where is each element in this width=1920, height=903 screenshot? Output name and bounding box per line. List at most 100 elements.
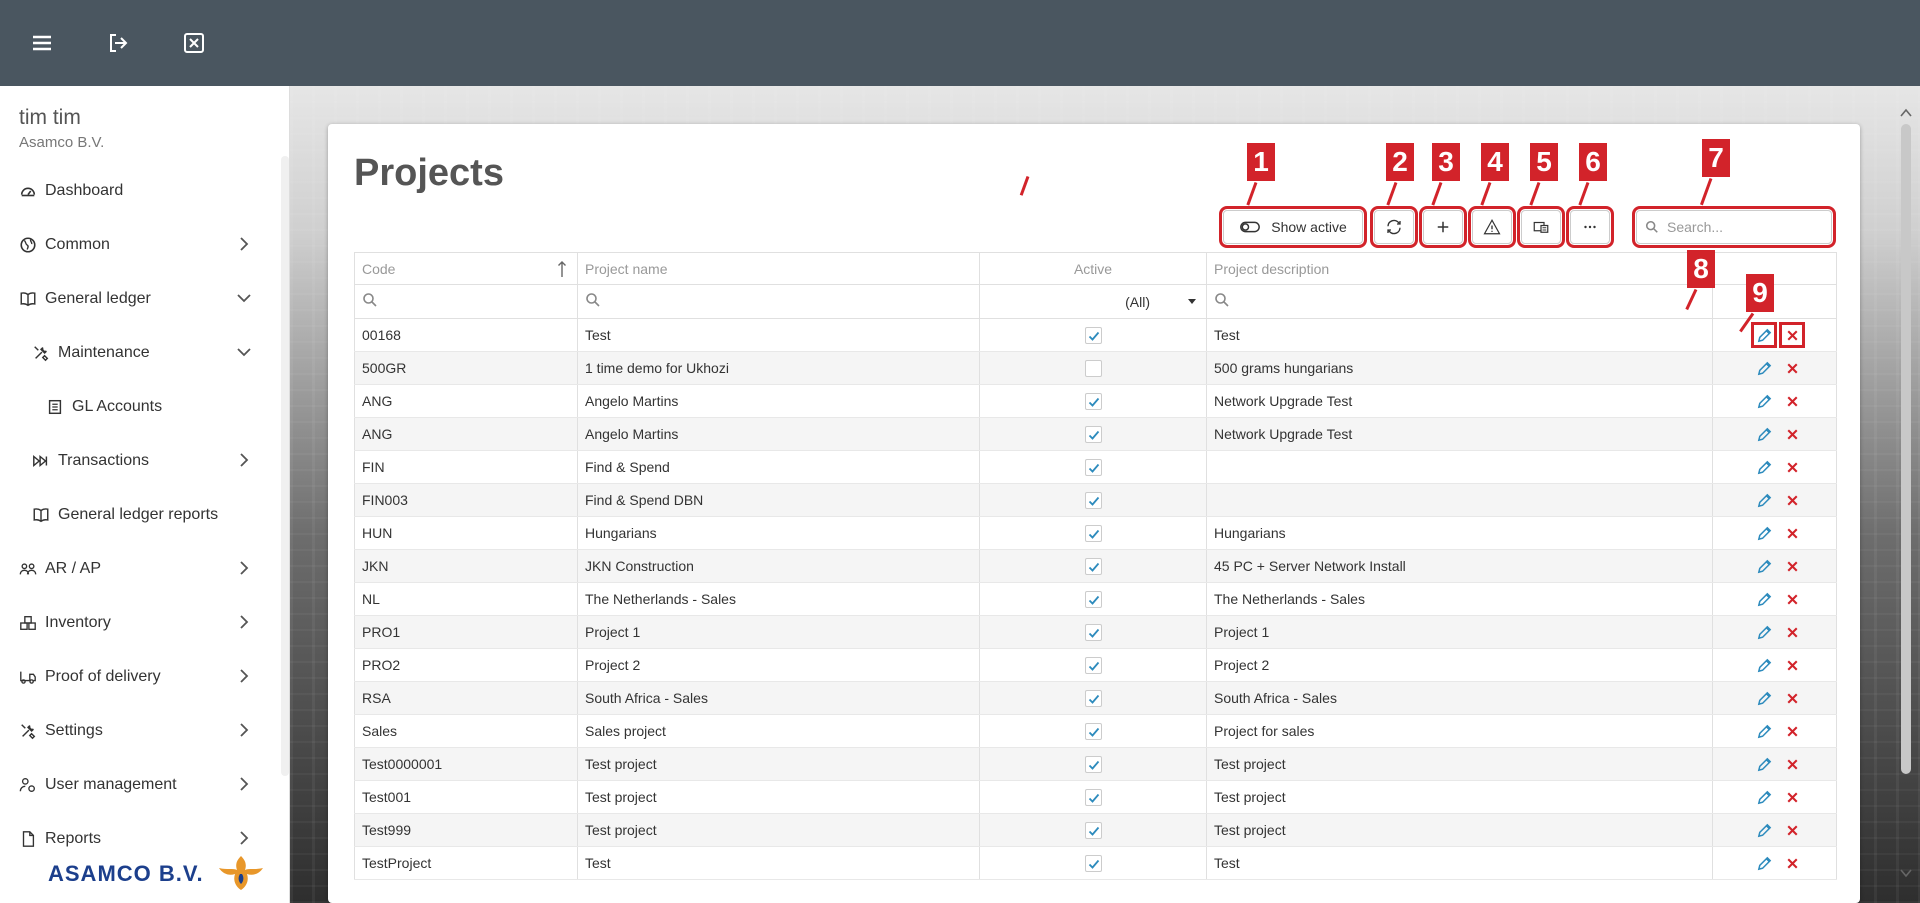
table-row[interactable]: PRO1 Project 1 Project 1 (354, 615, 1837, 649)
edit-row-button[interactable] (1755, 425, 1773, 443)
delete-row-button[interactable] (1783, 755, 1801, 773)
delete-row-button[interactable] (1783, 788, 1801, 806)
table-row[interactable]: PRO2 Project 2 Project 2 (354, 648, 1837, 682)
active-checkbox[interactable] (1084, 755, 1102, 773)
sidebar-item-user-management[interactable]: User management (0, 758, 280, 812)
table-row[interactable]: ANG Angelo Martins Network Upgrade Test (354, 384, 1837, 418)
filter-project-description[interactable] (1206, 284, 1713, 319)
filter-project-name[interactable] (577, 284, 980, 319)
table-row[interactable]: FIN003 Find & Spend DBN (354, 483, 1837, 517)
column-chooser-button[interactable] (1517, 206, 1565, 248)
edit-row-button[interactable] (1751, 322, 1777, 348)
active-checkbox[interactable] (1084, 590, 1102, 608)
active-checkbox[interactable] (1084, 326, 1102, 344)
delete-row-button[interactable] (1783, 623, 1801, 641)
warnings-button[interactable] (1468, 206, 1516, 248)
sidebar-item-inventory[interactable]: Inventory (0, 596, 280, 650)
sidebar-item-maintenance[interactable]: Maintenance (0, 326, 280, 380)
edit-row-button[interactable] (1755, 821, 1773, 839)
filter-active-select[interactable]: (All) (979, 284, 1207, 319)
more-options-button[interactable] (1566, 206, 1614, 248)
edit-row-button[interactable] (1755, 623, 1773, 641)
edit-row-button[interactable] (1755, 458, 1773, 476)
table-row[interactable]: NL The Netherlands - Sales The Netherlands… (354, 582, 1837, 616)
table-row[interactable]: Test001 Test project Test project (354, 780, 1837, 814)
delete-row-button[interactable] (1783, 557, 1801, 575)
table-row[interactable]: 00168 Test Test (354, 318, 1837, 352)
table-row[interactable]: TestProject Test Test (354, 846, 1837, 880)
active-checkbox[interactable] (1084, 623, 1102, 641)
scrollbar-thumb[interactable] (1901, 124, 1911, 774)
table-row[interactable]: ANG Angelo Martins Network Upgrade Test (354, 417, 1837, 451)
refresh-button[interactable] (1370, 206, 1418, 248)
edit-row-button[interactable] (1755, 392, 1773, 410)
scroll-down-icon[interactable] (1900, 868, 1912, 878)
add-button[interactable] (1419, 206, 1467, 248)
active-checkbox[interactable] (1084, 689, 1102, 707)
column-header-project-description[interactable]: Project description (1206, 252, 1713, 285)
sidebar-item-dashboard[interactable]: Dashboard (0, 164, 280, 218)
column-header-active[interactable]: Active (979, 252, 1207, 285)
delete-row-button[interactable] (1783, 656, 1801, 674)
active-checkbox[interactable] (1084, 491, 1102, 509)
search-input[interactable] (1667, 219, 1827, 235)
delete-row-button[interactable] (1783, 458, 1801, 476)
table-row[interactable]: JKN JKN Construction 45 PC + Server Networ… (354, 549, 1837, 583)
sidebar-item-common[interactable]: Common (0, 218, 280, 272)
sidebar-item-ar-ap[interactable]: AR / AP (0, 542, 280, 596)
menu-icon[interactable] (28, 29, 56, 57)
column-header-code[interactable]: Code (354, 252, 578, 285)
delete-row-button[interactable] (1783, 722, 1801, 740)
active-checkbox[interactable] (1084, 557, 1102, 575)
table-row[interactable]: FIN Find & Spend (354, 450, 1837, 484)
sidebar-item-gl-accounts[interactable]: GL Accounts (0, 380, 280, 434)
delete-row-button[interactable] (1783, 491, 1801, 509)
filter-code[interactable] (354, 284, 578, 319)
scroll-up-icon[interactable] (1900, 108, 1912, 118)
edit-row-button[interactable] (1755, 359, 1773, 377)
edit-row-button[interactable] (1755, 854, 1773, 872)
sidebar-item-transactions[interactable]: Transactions (0, 434, 280, 488)
edit-row-button[interactable] (1755, 689, 1773, 707)
sidebar-scrollbar[interactable] (281, 156, 289, 776)
active-checkbox[interactable] (1084, 359, 1102, 377)
sidebar-item-settings[interactable]: Settings (0, 704, 280, 758)
sidebar-item-general-ledger-reports[interactable]: General ledger reports (0, 488, 280, 542)
grid-search[interactable] (1632, 206, 1836, 248)
table-row[interactable]: Sales Sales project Project for sales (354, 714, 1837, 748)
active-checkbox[interactable] (1084, 821, 1102, 839)
edit-row-button[interactable] (1755, 557, 1773, 575)
delete-row-button[interactable] (1783, 392, 1801, 410)
active-checkbox[interactable] (1084, 425, 1102, 443)
edit-row-button[interactable] (1755, 590, 1773, 608)
delete-row-button[interactable] (1783, 524, 1801, 542)
page-scrollbar[interactable] (1897, 104, 1915, 884)
logout-icon[interactable] (104, 29, 132, 57)
delete-row-button[interactable] (1783, 689, 1801, 707)
delete-row-button[interactable] (1783, 821, 1801, 839)
sidebar-item-general-ledger[interactable]: General ledger (0, 272, 280, 326)
table-row[interactable]: HUN Hungarians Hungarians (354, 516, 1837, 550)
table-row[interactable]: Test999 Test project Test project (354, 813, 1837, 847)
active-checkbox[interactable] (1084, 392, 1102, 410)
delete-row-button[interactable] (1779, 322, 1805, 348)
close-window-icon[interactable] (180, 29, 208, 57)
delete-row-button[interactable] (1783, 359, 1801, 377)
table-row[interactable]: 500GR 1 time demo for Ukhozi 500 grams hun… (354, 351, 1837, 385)
delete-row-button[interactable] (1783, 425, 1801, 443)
edit-row-button[interactable] (1755, 491, 1773, 509)
table-row[interactable]: Test0000001 Test project Test project (354, 747, 1837, 781)
table-row[interactable]: RSA South Africa - Sales South Africa - Sa… (354, 681, 1837, 715)
active-checkbox[interactable] (1084, 854, 1102, 872)
edit-row-button[interactable] (1755, 755, 1773, 773)
active-checkbox[interactable] (1084, 788, 1102, 806)
show-active-toggle[interactable]: Show active (1219, 206, 1367, 248)
active-checkbox[interactable] (1084, 458, 1102, 476)
edit-row-button[interactable] (1755, 524, 1773, 542)
edit-row-button[interactable] (1755, 722, 1773, 740)
active-checkbox[interactable] (1084, 722, 1102, 740)
active-checkbox[interactable] (1084, 524, 1102, 542)
edit-row-button[interactable] (1755, 788, 1773, 806)
delete-row-button[interactable] (1783, 854, 1801, 872)
edit-row-button[interactable] (1755, 656, 1773, 674)
